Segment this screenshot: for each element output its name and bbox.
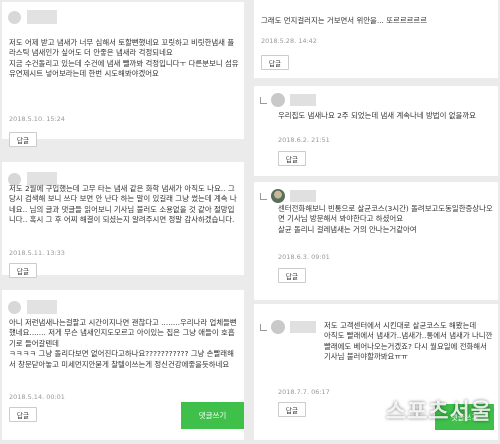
comment-date: 2018.5.28. 14:42 — [261, 37, 317, 45]
reply-date: 2018.6.3. 09:01 — [278, 253, 330, 261]
reply-button[interactable]: 답글 — [278, 268, 306, 283]
reply-card: 우리집도 냄새나요 2주 되었는데 냄새 계속나네 방법이 없을까요 2018.… — [254, 86, 498, 176]
write-comment-button[interactable]: 댓글쓰기 — [181, 402, 244, 429]
comment-card: 아니 저런냄새나는걸팔고 시간이지나면 괜찮다고 ........우리나라 업체… — [2, 290, 244, 440]
comment-date: 2018.5.11. 13:33 — [9, 249, 65, 257]
comment-card: 저도 2월에 구입했는데 고무 타는 냄새 같은 화학 냄새가 아직도 나요..… — [2, 162, 244, 278]
comment-text: 저도 어제 받고 냄새가 너무 심해서 토할뻔했네요 꼬릿하고 비릿한냄새 플라… — [9, 38, 239, 79]
comment-author — [8, 8, 57, 26]
left-comment-column: 저도 어제 받고 냄새가 너무 심해서 토할뻔했네요 꼬릿하고 비릿한냄새 플라… — [0, 0, 246, 444]
comment-date: 2018.5.10. 15:24 — [9, 115, 65, 123]
username-blur — [290, 94, 316, 106]
reply-text: 센터전화해보니 빈통으로 살균코스(3시간) 돌려보고도동일한증상나오면 기사님… — [278, 204, 493, 234]
avatar — [8, 10, 21, 24]
reply-indent-icon — [260, 96, 267, 104]
reply-button[interactable]: 답글 — [9, 263, 37, 278]
reply-card: 센터전화해보니 빈통으로 살균코스(3시간) 돌려보고도동일한증상나오면 기사님… — [254, 182, 498, 300]
reply-text: 저도 고객센터에서 시킨대로 살균코스도 해봤는데 아직도 빨래에서 냄새가..… — [324, 321, 493, 362]
avatar — [271, 93, 285, 107]
reply-button[interactable]: 답글 — [261, 55, 289, 70]
watermark-logo: 스포츠서울 — [385, 400, 492, 425]
username-blur — [27, 10, 57, 24]
comment-date: 2018.5.14. 00:01 — [9, 393, 65, 401]
reply-author — [260, 93, 316, 107]
reply-indent-icon — [260, 323, 267, 331]
right-comment-column: 그래도 먼지걸러지는 거보면서 위안을... 또르르르르르 2018.5.28.… — [252, 0, 500, 444]
reply-row: 답글 — [2, 129, 244, 151]
comment-card: 그래도 먼지걸러지는 거보면서 위안을... 또르르르르르 2018.5.28.… — [254, 0, 498, 78]
reply-button[interactable]: 답글 — [278, 402, 306, 417]
reply-author — [260, 320, 316, 334]
username-blur — [290, 321, 316, 333]
comment-text: 아니 저런냄새나는걸팔고 시간이지나면 괜찮다고 ........우리나라 업체… — [9, 318, 237, 369]
username-blur — [290, 190, 316, 202]
comment-author — [8, 298, 57, 316]
reply-date: 2018.6.2. 21:51 — [278, 136, 330, 144]
reply-button[interactable]: 답글 — [9, 407, 37, 422]
username-blur — [27, 300, 57, 314]
reply-author — [260, 189, 316, 203]
reply-button[interactable]: 답글 — [278, 151, 306, 166]
comment-text: 그래도 먼지걸러지는 거보면서 위안을... 또르르르르르 — [261, 16, 428, 25]
comment-text: 저도 2월에 구입했는데 고무 타는 냄새 같은 화학 냄새가 아직도 나요..… — [9, 184, 237, 225]
avatar — [271, 320, 285, 334]
avatar — [8, 300, 21, 314]
comment-card: 저도 어제 받고 냄새가 너무 심해서 토할뻔했네요 꼬릿하고 비릿한냄새 플라… — [2, 2, 244, 139]
reply-button[interactable]: 답글 — [9, 132, 37, 147]
reply-date: 2018.7.7. 06:17 — [278, 388, 330, 396]
reply-indent-icon — [260, 192, 267, 200]
reply-text: 우리집도 냄새나요 2주 되었는데 냄새 계속나네 방법이 없을까요 — [278, 111, 476, 120]
avatar — [271, 189, 285, 203]
